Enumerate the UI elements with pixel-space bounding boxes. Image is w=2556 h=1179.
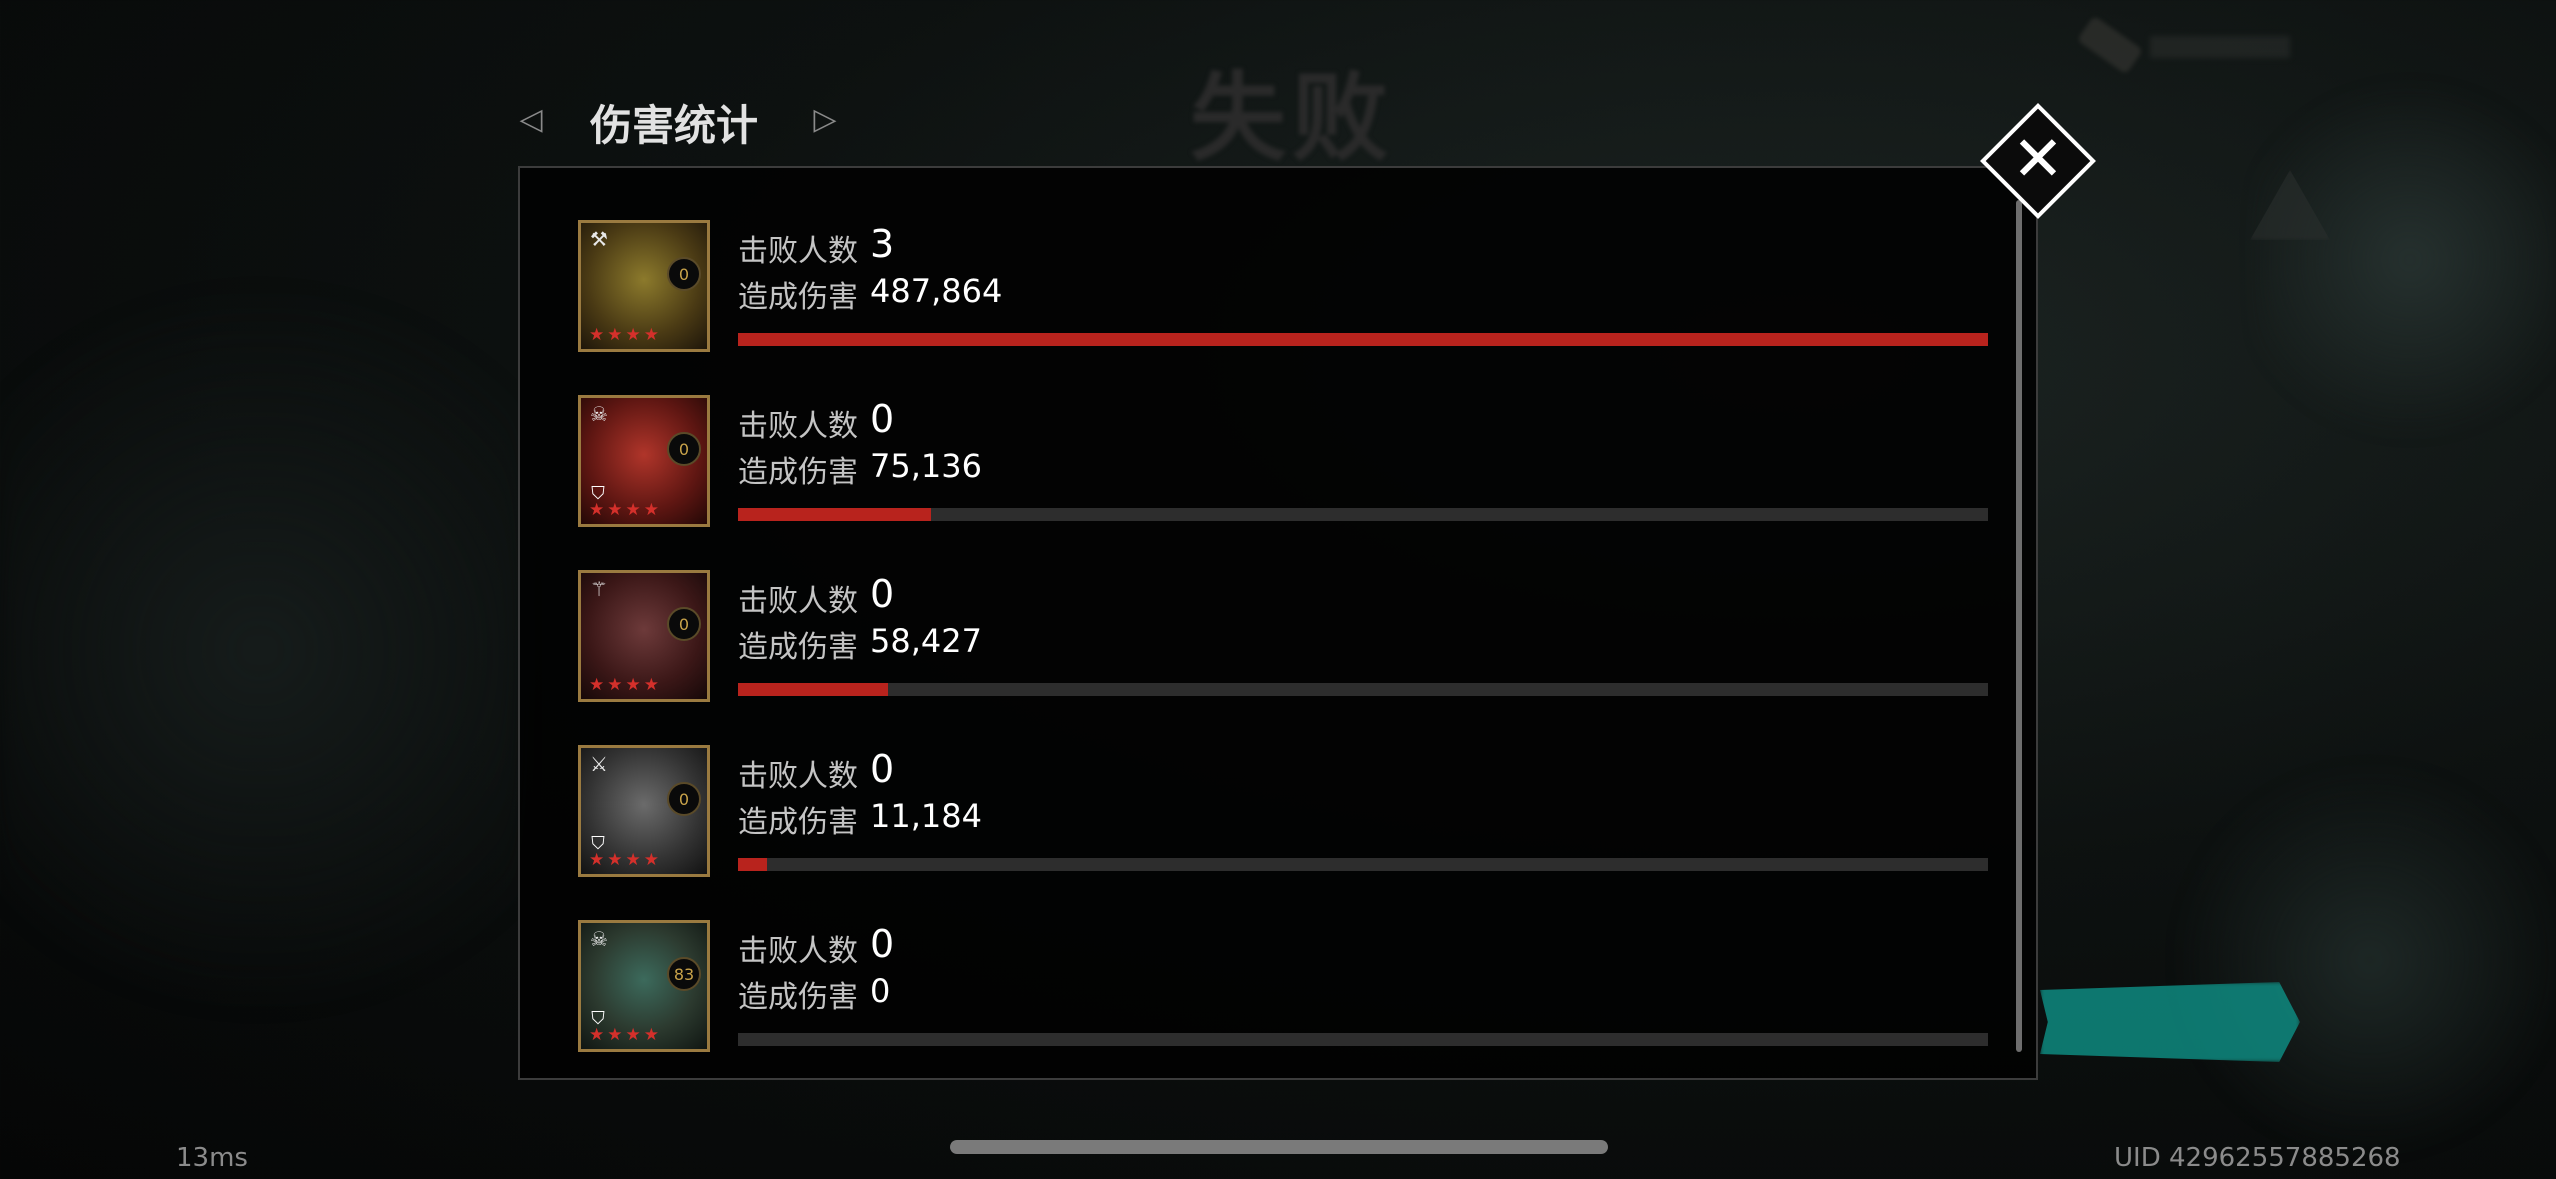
close-icon[interactable]: ✕ <box>1997 118 2079 200</box>
unit-row: ⚒ 0 ★★★★ 击败人数 3 造成伤害 487,864 <box>578 220 1998 360</box>
damage-bar <box>738 508 1988 521</box>
page-title: 伤害统计 <box>590 101 759 150</box>
hero-portrait[interactable]: ⚔ 0 ⛉ ★★★★ <box>578 745 710 877</box>
hero-portrait[interactable]: ⚒ 0 ★★★★ <box>578 220 710 352</box>
damage-label: 造成伤害 <box>738 630 858 665</box>
damage-value: 0 <box>870 972 891 1010</box>
damage-value: 58,427 <box>870 622 982 660</box>
sword-icon: ⚔ <box>590 752 608 776</box>
hero-portrait[interactable]: ☠ 83 ⛉ ★★★★ <box>578 920 710 1052</box>
unit-row: ☠ 0 ⛉ ★★★★ 击败人数 0 造成伤害 75,136 <box>578 395 1998 535</box>
damage-label: 造成伤害 <box>738 980 858 1015</box>
scrollbar[interactable] <box>2016 200 2022 1052</box>
defeated-count: 0 <box>870 572 895 616</box>
damage-bar <box>738 858 1988 871</box>
user-id: UID 42962557885268 <box>2114 1143 2401 1173</box>
axe-icon: ⚒ <box>590 227 608 251</box>
hero-stars: ★★★★ <box>589 1025 662 1045</box>
background-resource-icon <box>2076 15 2144 75</box>
hero-level-badge: 0 <box>667 607 701 641</box>
defeated-label: 击败人数 <box>738 409 858 444</box>
staff-icon: ⚚ <box>590 577 608 601</box>
defeated-label: 击败人数 <box>738 759 858 794</box>
hero-level-badge: 83 <box>667 957 701 991</box>
hero-stars: ★★★★ <box>589 850 662 870</box>
damage-bar-fill <box>738 508 931 521</box>
background-confirm-button <box>2040 982 2300 1062</box>
background-terrain <box>2260 60 2556 460</box>
hero-portrait[interactable]: ⚚ 0 ★★★★ <box>578 570 710 702</box>
hero-level-badge: 0 <box>667 432 701 466</box>
damage-bar <box>738 1033 1988 1046</box>
defeated-count: 3 <box>870 222 895 266</box>
defeated-label: 击败人数 <box>738 934 858 969</box>
defeated-count: 0 <box>870 922 895 966</box>
defeated-label: 击败人数 <box>738 584 858 619</box>
unit-row: ⚔ 0 ⛉ ★★★★ 击败人数 0 造成伤害 11,184 <box>578 745 1998 885</box>
damage-bar-fill <box>738 683 888 696</box>
damage-label: 造成伤害 <box>738 280 858 315</box>
hero-stars: ★★★★ <box>589 675 662 695</box>
damage-value: 75,136 <box>870 447 982 485</box>
hero-level-badge: 0 <box>667 257 701 291</box>
defeated-label: 击败人数 <box>738 234 858 269</box>
defeated-count: 0 <box>870 397 895 441</box>
damage-bar-fill <box>738 858 767 871</box>
damage-value: 11,184 <box>870 797 982 835</box>
skull-icon: ☠ <box>590 927 608 951</box>
prev-page-icon[interactable]: ◁ <box>516 102 546 137</box>
next-page-icon[interactable]: ▷ <box>810 102 840 137</box>
defeated-count: 0 <box>870 747 895 791</box>
background-result-title: 失败 <box>1190 61 1394 174</box>
damage-label: 造成伤害 <box>738 805 858 840</box>
hero-stars: ★★★★ <box>589 500 662 520</box>
background-resource-count <box>2150 36 2290 58</box>
background-shadow <box>0 200 520 1100</box>
ping-readout: 13ms <box>176 1143 248 1173</box>
damage-label: 造成伤害 <box>738 455 858 490</box>
hero-stars: ★★★★ <box>589 325 662 345</box>
damage-bar <box>738 333 1988 346</box>
unit-row: ⚚ 0 ★★★★ 击败人数 0 造成伤害 58,427 <box>578 570 1998 710</box>
unit-row: ☠ 83 ⛉ ★★★★ 击败人数 0 造成伤害 0 <box>578 920 1998 1060</box>
hero-level-badge: 0 <box>667 782 701 816</box>
skull-icon: ☠ <box>590 402 608 426</box>
damage-value: 487,864 <box>870 272 1003 310</box>
background-terrain <box>2180 760 2556 1160</box>
home-indicator[interactable] <box>950 1140 1608 1154</box>
damage-bar-fill <box>738 333 1988 346</box>
hero-portrait[interactable]: ☠ 0 ⛉ ★★★★ <box>578 395 710 527</box>
damage-bar <box>738 683 1988 696</box>
